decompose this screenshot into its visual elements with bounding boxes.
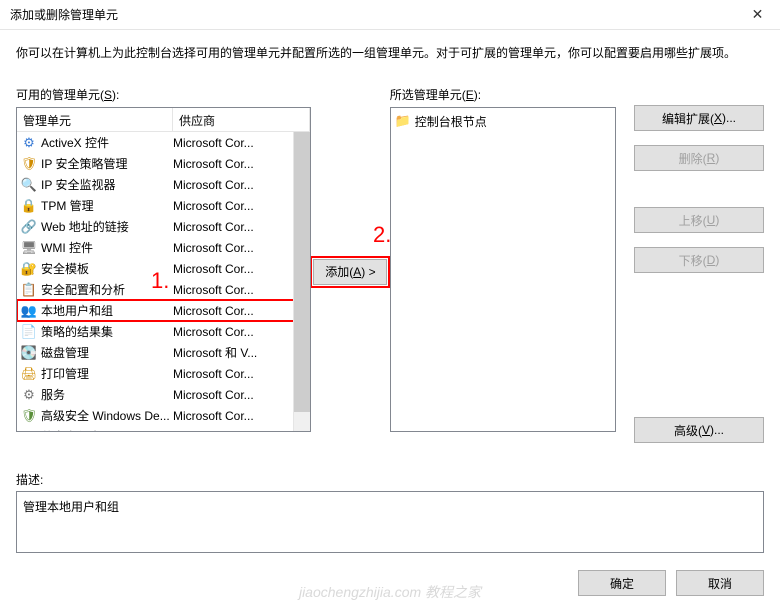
snapin-icon: ⚙ (21, 135, 37, 151)
side-buttons-column: 编辑扩展(X)... 删除(R) 上移(U) 下移(D) 高级(V)... (616, 86, 764, 457)
dialog-content: 你可以在计算机上为此控制台选择可用的管理单元并配置所选的一组管理单元。对于可扩展… (0, 30, 780, 553)
snapin-icon: 🔍 (21, 177, 37, 193)
list-item[interactable]: 📁 共享文件夹 Microsoft Cor... (17, 426, 310, 432)
description-box: 管理本地用户和组 (16, 491, 764, 553)
header-snapin[interactable]: 管理单元 (17, 108, 173, 131)
list-item[interactable]: 💽磁盘管理 Microsoft 和 V... (17, 342, 310, 363)
close-icon: ✕ (752, 6, 764, 23)
snapin-icon: 💽 (21, 345, 37, 361)
middle-column: 添加(A) > (311, 86, 390, 457)
snapin-name: IP 安全策略管理 (41, 155, 127, 172)
snapin-vendor: Microsoft Cor... (173, 325, 310, 339)
list-item[interactable]: 🛡高级安全 Windows De...Microsoft Cor... (17, 405, 310, 426)
list-item[interactable]: ⚙ActiveX 控件 Microsoft Cor... (17, 132, 310, 153)
move-up-button[interactable]: 上移(U) (634, 207, 764, 233)
list-item[interactable]: 📄策略的结果集 Microsoft Cor... (17, 321, 310, 342)
list-item[interactable]: 🔗Web 地址的链接 Microsoft Cor... (17, 216, 310, 237)
snapin-vendor: Microsoft 和 V... (173, 344, 310, 361)
snapin-name: IP 安全监视器 (41, 176, 115, 193)
snapin-name: ActiveX 控件 (41, 134, 109, 151)
list-item[interactable]: 📋安全配置和分析 Microsoft Cor... (17, 279, 310, 300)
description-text: 管理本地用户和组 (23, 500, 119, 514)
close-button[interactable]: ✕ (735, 0, 780, 30)
snapin-icon: 📋 (21, 282, 37, 298)
snapin-icon: 🔒 (21, 198, 37, 214)
remove-button[interactable]: 删除(R) (634, 145, 764, 171)
list-item[interactable]: 🖨打印管理 Microsoft Cor... (17, 363, 310, 384)
snapin-vendor: Microsoft Cor... (173, 409, 310, 423)
snapin-name: Web 地址的链接 (41, 218, 129, 235)
folder-icon: 📁 (395, 113, 411, 129)
titlebar: 添加或删除管理单元 ✕ (0, 0, 780, 30)
snapin-icon: 🛡 (21, 408, 37, 424)
snapin-name: WMI 控件 (41, 239, 93, 256)
list-item[interactable]: 🛡IP 安全策略管理 Microsoft Cor... (17, 153, 310, 174)
scrollbar-thumb[interactable] (294, 132, 310, 412)
dialog-footer: 确定 取消 (578, 570, 764, 596)
tree-root-label: 控制台根节点 (415, 113, 487, 130)
snapin-icon: 📄 (21, 324, 37, 340)
intro-text: 你可以在计算机上为此控制台选择可用的管理单元并配置所选的一组管理单元。对于可扩展… (16, 44, 764, 62)
snapin-icon: 👥 (21, 303, 37, 319)
watermark: jiaochengzhijia.com 教程之家 (299, 582, 481, 602)
snapin-name: 策略的结果集 (41, 323, 113, 340)
available-listview[interactable]: 管理单元 供应商 ⚙ActiveX 控件Microsoft Cor...🛡IP … (16, 107, 311, 432)
snapin-name: 本地用户和组 (41, 302, 113, 319)
ok-button[interactable]: 确定 (578, 570, 666, 596)
selected-column: 所选管理单元(E): 📁 控制台根节点 (390, 86, 616, 457)
list-item[interactable]: 👥本地用户和组 Microsoft Cor... (17, 300, 310, 321)
description-section: 描述: 管理本地用户和组 (16, 471, 764, 553)
snapin-name: 共享文件夹 (41, 428, 101, 432)
window-title: 添加或删除管理单元 (10, 6, 118, 23)
snapin-vendor: Microsoft Cor... (173, 304, 310, 318)
tree-root-item[interactable]: 📁 控制台根节点 (395, 112, 611, 130)
snapin-vendor: Microsoft Cor... (173, 241, 310, 255)
advanced-button[interactable]: 高级(V)... (634, 417, 764, 443)
selected-label: 所选管理单元(E): (390, 86, 616, 103)
snapin-icon: 🖨 (21, 366, 37, 382)
list-item[interactable]: ⚙服务 Microsoft Cor... (17, 384, 310, 405)
snapin-vendor: Microsoft Cor... (173, 262, 310, 276)
header-vendor[interactable]: 供应商 (173, 108, 310, 131)
list-item[interactable]: 🔍IP 安全监视器 Microsoft Cor... (17, 174, 310, 195)
listview-header: 管理单元 供应商 (17, 108, 310, 132)
snapin-icon: 🖥 (21, 240, 37, 256)
list-item[interactable]: 🖥WMI 控件 Microsoft Cor... (17, 237, 310, 258)
list-item[interactable]: 🔒TPM 管理 Microsoft Cor... (17, 195, 310, 216)
available-column: 可用的管理单元(S): 管理单元 供应商 ⚙ActiveX 控件Microsof… (16, 86, 311, 457)
list-item[interactable]: 🔐安全模板 Microsoft Cor... (17, 258, 310, 279)
snapin-name: 打印管理 (41, 365, 89, 382)
scrollbar[interactable] (293, 132, 310, 431)
snapin-icon: 🔐 (21, 261, 37, 277)
available-label: 可用的管理单元(S): (16, 86, 311, 103)
add-button[interactable]: 添加(A) > (313, 259, 387, 285)
cancel-button[interactable]: 取消 (676, 570, 764, 596)
snapin-name: 服务 (41, 386, 65, 403)
snapin-name: 高级安全 Windows De... (41, 407, 170, 424)
listview-body: ⚙ActiveX 控件Microsoft Cor...🛡IP 安全策略管理Mic… (17, 132, 310, 432)
snapin-vendor: Microsoft Cor... (173, 178, 310, 192)
snapin-vendor: Microsoft Cor... (173, 220, 310, 234)
move-down-button[interactable]: 下移(D) (634, 247, 764, 273)
snapin-vendor: Microsoft Cor... (173, 157, 310, 171)
snapin-icon: 🛡 (21, 156, 37, 172)
snapin-vendor: Microsoft Cor... (173, 388, 310, 402)
snapin-vendor: Microsoft Cor... (173, 430, 310, 433)
selected-treeview[interactable]: 📁 控制台根节点 (390, 107, 616, 432)
snapin-name: 安全模板 (41, 260, 89, 277)
snapin-vendor: Microsoft Cor... (173, 283, 310, 297)
snapin-name: 安全配置和分析 (41, 281, 125, 298)
snapin-vendor: Microsoft Cor... (173, 367, 310, 381)
description-label: 描述: (16, 471, 764, 488)
snapin-icon: 🔗 (21, 219, 37, 235)
snapin-vendor: Microsoft Cor... (173, 136, 310, 150)
snapin-vendor: Microsoft Cor... (173, 199, 310, 213)
snapin-name: 磁盘管理 (41, 344, 89, 361)
snapin-icon: ⚙ (21, 387, 37, 403)
snapin-icon: 📁 (21, 429, 37, 433)
edit-extensions-button[interactable]: 编辑扩展(X)... (634, 105, 764, 131)
snapin-name: TPM 管理 (41, 197, 94, 214)
